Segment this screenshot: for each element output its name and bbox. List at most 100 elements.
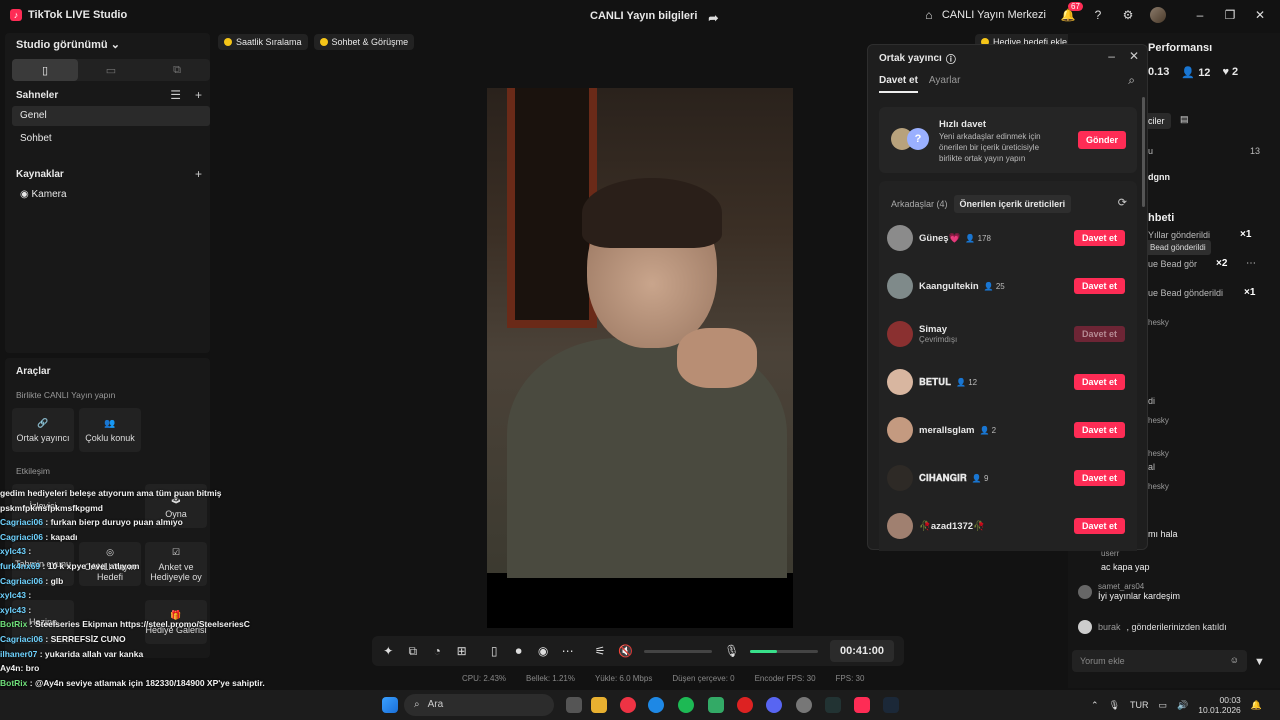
tooltip: Bead gönderildi [1145,240,1211,255]
studio-view-dropdown[interactable]: Studio görünümü ⌄ [16,38,120,51]
close-icon[interactable]: ✕ [1129,49,1139,63]
landscape-view-icon[interactable]: ▭ [78,59,144,81]
help-icon[interactable]: ⓘ [946,51,956,66]
live-preview[interactable] [487,88,793,628]
app-icon[interactable] [825,697,841,713]
send-button[interactable]: Gönder [1078,131,1126,149]
invite-button[interactable]: Davet et [1074,518,1125,534]
minimize-icon[interactable]: – [1108,49,1115,63]
filter-icon[interactable]: ▼ [1254,656,1265,668]
invite-button[interactable]: Davet et [1074,374,1125,390]
hourly-ranking-chip[interactable]: Saatlik Sıralama [218,34,308,50]
avatar[interactable] [1150,7,1166,23]
live-center-button[interactable]: ⌂ CANLI Yayın Merkezi [921,7,1046,23]
notification-icon[interactable]: 🔔 [1251,700,1262,711]
creator-name: Güneş💗 [919,232,961,244]
emoji-icon[interactable]: ☺ [1230,655,1239,665]
file-explorer-icon[interactable] [591,697,607,713]
scrollbar[interactable] [1142,97,1145,207]
steam-icon[interactable] [883,697,899,713]
edge-icon[interactable] [648,697,664,713]
media-icon[interactable]: ⊞ [455,644,467,658]
chat-row: samet_ars04 İyi yayınlar kardeşim [1078,582,1180,601]
microphone-icon[interactable]: 🎙 [1109,700,1120,711]
chat-username: samet_ars04 [1098,582,1145,591]
scene-item-genel[interactable]: Genel [12,106,210,126]
chat-line: di [1148,396,1156,406]
comment-input[interactable]: Yorum ekle ☺ [1072,650,1247,672]
chat-username: furk4nx69 [0,560,41,571]
more-options-icon[interactable]: ⋯ [1246,258,1256,269]
multi-guest-tool-button[interactable]: 👥 Çoklu konuk [79,408,141,452]
invite-button[interactable]: Davet et [1074,470,1125,486]
search-icon[interactable]: ⌕ [1128,73,1135,88]
invite-button[interactable]: Davet et [1074,326,1125,342]
speaker-muted-icon[interactable]: 🔇 [618,644,633,658]
split-view-icon[interactable]: ⧉ [144,59,210,81]
magic-wand-icon[interactable]: ✦ [382,644,394,658]
invite-button[interactable]: Davet et [1074,422,1125,438]
mic-volume-slider[interactable] [750,649,818,653]
portrait-view-icon[interactable]: ▯ [12,59,78,81]
chat-overlay-line: Ay4n: bro [0,661,300,676]
phone-icon[interactable]: ▯ [488,644,500,658]
bell-icon[interactable]: 🔔 67 [1060,2,1083,23]
tab-friends[interactable]: Arkadaşlar (4) [891,195,948,213]
gear-icon[interactable]: ⚙ [1120,7,1136,23]
list-view-icon[interactable]: ▤ [1180,114,1189,125]
clock[interactable]: 00:03 10.01.2026 [1198,695,1241,715]
windows-start-icon[interactable] [382,697,398,713]
effects-icon[interactable]: ⧉ [406,644,418,659]
microphone-icon[interactable]: 🎙 [724,644,739,658]
tab-suggested[interactable]: Önerilen içerik üreticileri [953,195,1072,213]
network-icon[interactable]: ▭ [1159,700,1168,711]
quick-invite-description: Yeni arkadaşlar edinmek için önerilen bi… [939,132,1041,163]
tiktok-studio-icon[interactable] [854,697,870,713]
scene-item-sohbet[interactable]: Sohbet [12,129,210,149]
invite-button[interactable]: Davet et [1074,230,1125,246]
speaker-volume-slider[interactable] [644,649,713,653]
record-icon[interactable]: ⏺ [512,644,524,659]
mixer-icon[interactable]: ⚟ [594,644,606,658]
follower-count: 👤 25 [983,281,1005,291]
more-icon[interactable]: ⋯ [561,644,574,658]
chrome-icon[interactable] [620,697,636,713]
trophy-icon [224,38,232,46]
task-view-icon[interactable] [566,697,582,713]
title-bar: ♪ TikTok LIVE Studio CANLI Yayın bilgile… [0,0,1280,33]
taskbar-search[interactable]: ⌕ Ara [404,694,554,716]
camera-record-icon[interactable]: ◉ [537,644,549,658]
refresh-icon[interactable]: ⟳ [1118,196,1127,209]
list-icon[interactable]: ☰ [170,88,181,102]
opera-icon[interactable] [737,697,753,713]
app-icon[interactable] [708,697,724,713]
add-scene-icon[interactable]: + [195,88,202,102]
settings-app-icon[interactable] [796,697,812,713]
help-icon[interactable]: ? [1090,7,1106,23]
language-indicator[interactable]: TUR [1130,700,1149,710]
creator-row: 𝐂𝐈𝐇𝐀𝐍𝐆𝐈𝐑 👤 9 Davet et [887,463,1137,493]
top-chips: Saatlik Sıralama Sohbet & Görüşme [218,34,415,50]
live-info-button[interactable]: CANLI Yayın bilgileri ➦ [590,10,721,26]
add-source-icon[interactable]: + [195,167,202,181]
tab-invite[interactable]: Davet et [879,75,918,93]
invite-button[interactable]: Davet et [1074,278,1125,294]
taskbar: ⌕ Ara ⌃ 🎙 TUR ▭ 🔊 00:03 10.01.2026 🔔 [0,690,1280,720]
tab-settings[interactable]: Ayarlar [929,75,961,93]
spotify-icon[interactable] [678,697,694,713]
chevron-up-icon[interactable]: ⌃ [1091,700,1099,711]
chat-call-chip[interactable]: Sohbet & Görüşme [313,34,415,50]
chat-username: Cagriaci06 [0,531,43,542]
bead-sent-message: ue Bead gönderildi [1148,288,1224,298]
chat-text: : 10 k xpye level atlıyom [42,560,140,571]
restore-icon[interactable]: ❐ [1222,7,1238,23]
minimize-icon[interactable]: – [1192,7,1208,23]
chat-text: : [28,590,32,601]
filter-icon[interactable]: ◔ [431,644,443,658]
stat-value: 2 [1232,66,1239,78]
close-icon[interactable]: ✕ [1252,7,1268,23]
cohost-tool-button[interactable]: 🔗 Ortak yayıncı [12,408,74,452]
volume-icon[interactable]: 🔊 [1177,700,1188,711]
discord-icon[interactable] [766,697,782,713]
source-item-camera[interactable]: ◉ Kamera [12,185,210,205]
